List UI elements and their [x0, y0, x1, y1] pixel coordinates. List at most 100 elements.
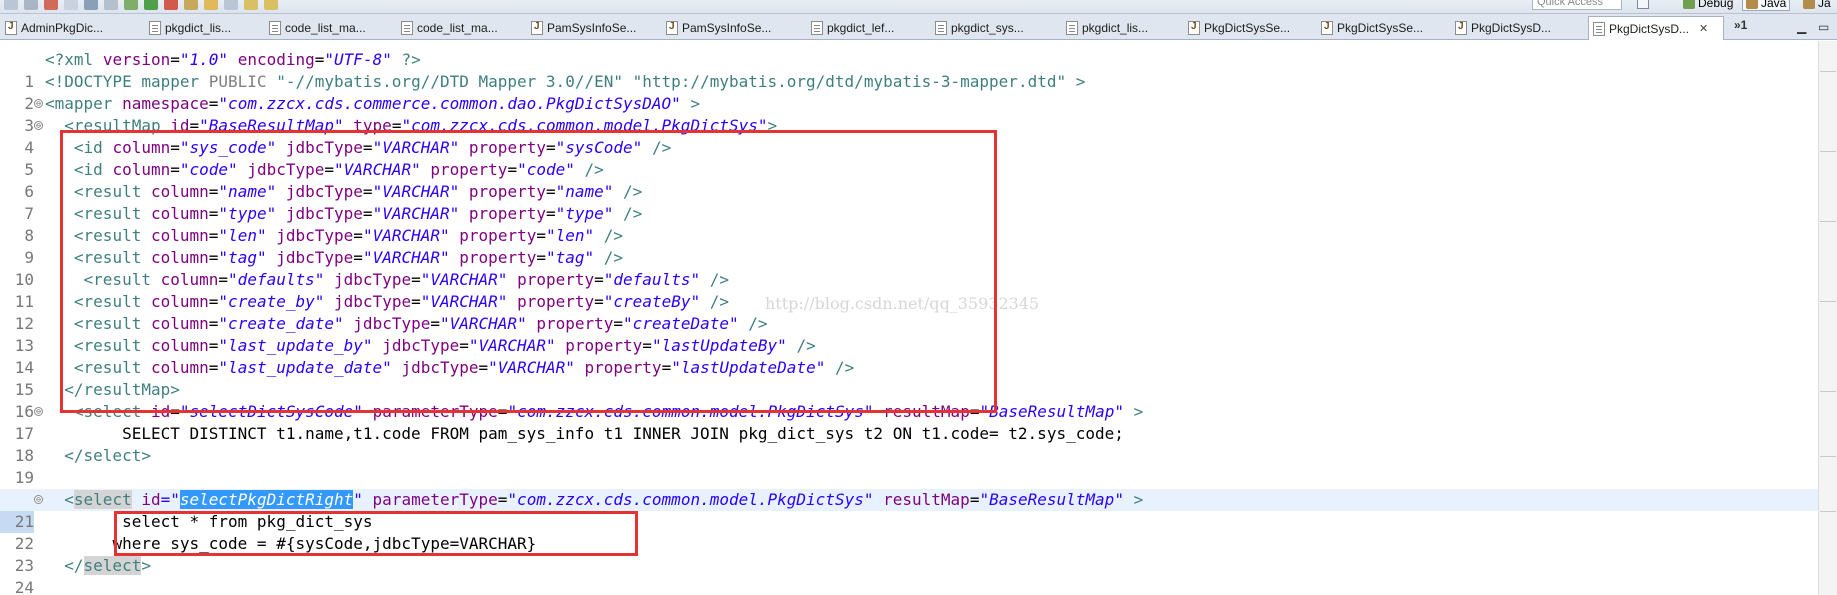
- minimize-icon[interactable]: ▁: [1797, 20, 1806, 34]
- editor-tab[interactable]: PkgDictSysD...: [1452, 18, 1576, 38]
- perspective-java[interactable]: Java: [1742, 0, 1791, 11]
- tab-label: code_list_ma...: [417, 21, 498, 35]
- editor-tab[interactable]: pkgdict_sys...: [932, 18, 1047, 38]
- code-token: version: [102, 50, 171, 69]
- code-token: <id: [73, 160, 103, 179]
- annotation-icon[interactable]: [224, 0, 238, 10]
- code-token: />: [603, 248, 624, 267]
- code-token: />: [709, 270, 729, 289]
- close-tab-icon[interactable]: ✕: [1699, 22, 1708, 35]
- code-line: 4 ⊖ <resultMap id="BaseResultMap" type="…: [0, 115, 1818, 157]
- watermark-text: http://blog.csdn.net/qq_35932345: [765, 294, 1040, 313]
- code-token: column: [112, 160, 171, 179]
- code-token: parameterType: [372, 402, 498, 421]
- code-token: jdbcType: [276, 226, 354, 245]
- code-token: column: [150, 336, 209, 355]
- xml-editor[interactable]: 1 <?xml version="1.0" encoding="UTF-8" ?…: [0, 41, 1818, 595]
- run-icon[interactable]: [144, 0, 158, 10]
- xml-file-icon: [401, 21, 413, 35]
- fold-toggle-icon[interactable]: ⊖: [34, 495, 43, 504]
- forward-icon[interactable]: [264, 0, 278, 10]
- external-tools-icon[interactable]: [164, 0, 178, 10]
- overview-marker: [1820, 151, 1836, 152]
- open-folder-icon[interactable]: [204, 0, 218, 10]
- code-token: <result: [73, 314, 142, 333]
- vertical-scrollbar[interactable]: [1818, 41, 1837, 595]
- debug-icon[interactable]: [124, 0, 138, 10]
- code-token: id: [170, 116, 190, 135]
- editor-tab[interactable]: PkgDictSysSe...: [1318, 18, 1446, 38]
- tab-label: pkgdict_sys...: [951, 21, 1024, 35]
- overview-marker: [1820, 71, 1836, 72]
- maximize-icon[interactable]: ▭: [1818, 20, 1829, 34]
- editor-tab[interactable]: code_list_ma...: [266, 18, 386, 38]
- code-token: "VARCHAR": [372, 138, 460, 157]
- java-file-icon: [5, 21, 17, 35]
- overview-marker: [1820, 221, 1836, 222]
- bug-icon: [1683, 0, 1695, 9]
- code-token: resultMap: [883, 402, 970, 421]
- quick-access-input[interactable]: Quick Access: [1532, 0, 1622, 10]
- code-token: namespace: [122, 94, 209, 113]
- code-token: jdbcType: [285, 182, 363, 201]
- code-token: />: [623, 182, 643, 201]
- editor-tab[interactable]: PamSysInfoSe...: [663, 18, 785, 38]
- code-line: 1 <?xml version="1.0" encoding="UTF-8" ?…: [0, 49, 1818, 91]
- code-token: property: [517, 270, 595, 289]
- tab-label: PamSysInfoSe...: [547, 21, 637, 35]
- code-token: "createBy": [603, 292, 701, 311]
- code-token: "BaseResultMap": [979, 490, 1124, 509]
- editor-tab[interactable]: pkgdict_lef...: [808, 18, 920, 38]
- link-icon[interactable]: [104, 0, 118, 10]
- code-token: "sysCode": [555, 138, 643, 157]
- perspective-java-2[interactable]: Ja: [1800, 0, 1834, 11]
- fold-toggle-icon[interactable]: ⊖: [34, 121, 43, 130]
- code-token: jdbcType: [382, 336, 460, 355]
- xml-file-icon: [269, 21, 281, 35]
- stop-icon[interactable]: [44, 0, 58, 10]
- code-token: "create_by": [218, 292, 325, 311]
- code-token: property: [536, 314, 614, 333]
- open-type-icon[interactable]: [184, 0, 198, 10]
- code-token: column: [150, 182, 209, 201]
- save-icon[interactable]: [24, 0, 38, 10]
- code-token: <select: [73, 402, 142, 421]
- code-token: </select>: [64, 446, 151, 465]
- editor-tab-bar: AdminPkgDic... pkgdict_lis... code_list_…: [0, 14, 1837, 40]
- open-perspective-button[interactable]: [1634, 0, 1652, 11]
- code-token: property: [468, 182, 546, 201]
- editor-tab-active[interactable]: PkgDictSysD... ✕: [1588, 16, 1724, 40]
- code-token: "BaseResultMap": [199, 116, 344, 135]
- code-token: <result: [73, 226, 142, 245]
- code-line: 2 <!DOCTYPE mapper PUBLIC "-//mybatis.or…: [0, 71, 1818, 113]
- new-file-icon[interactable]: [4, 0, 18, 10]
- code-token: property: [584, 358, 662, 377]
- editor-tab[interactable]: pkgdict_lis...: [146, 18, 256, 38]
- code-token: <result: [73, 358, 142, 377]
- code-token: jdbcType: [334, 270, 412, 289]
- code-line: 3 ⊖ <mapper namespace="com.zzcx.cds.comm…: [0, 93, 1818, 135]
- selected-text[interactable]: selectPkgDictRight: [179, 490, 354, 509]
- tab-overflow-button[interactable]: »1: [1734, 18, 1747, 32]
- xml-file-icon: [811, 21, 823, 35]
- code-token: "com.zzcx.cds.common.model.PkgDictSys": [507, 490, 874, 509]
- code-token: "VARCHAR": [440, 314, 527, 333]
- search-icon[interactable]: [84, 0, 98, 10]
- editor-tab[interactable]: PamSysInfoSe...: [528, 18, 650, 38]
- sql-text: where sys_code = #{sysCode,jdbcType=VARC…: [112, 534, 537, 553]
- code-token: />: [796, 336, 816, 355]
- editor-tab[interactable]: AdminPkgDic...: [2, 18, 122, 38]
- editor-tab[interactable]: pkgdict_lis...: [1063, 18, 1173, 38]
- print-icon[interactable]: [64, 0, 78, 10]
- xml-file-icon: [1593, 21, 1605, 36]
- perspective-debug[interactable]: Debug: [1680, 0, 1736, 11]
- back-icon[interactable]: [244, 0, 258, 10]
- editor-tab[interactable]: code_list_ma...: [398, 18, 518, 38]
- code-token: jdbcType: [401, 358, 479, 377]
- code-token: jdbcType: [285, 204, 363, 223]
- editor-tab[interactable]: PkgDictSysSe...: [1185, 18, 1310, 38]
- fold-toggle-icon[interactable]: ⊖: [34, 407, 43, 416]
- code-token: "http://mybatis.org/dtd/mybatis-3-mapper…: [632, 72, 1067, 91]
- fold-toggle-icon[interactable]: ⊖: [34, 99, 43, 108]
- code-token: column: [112, 138, 171, 157]
